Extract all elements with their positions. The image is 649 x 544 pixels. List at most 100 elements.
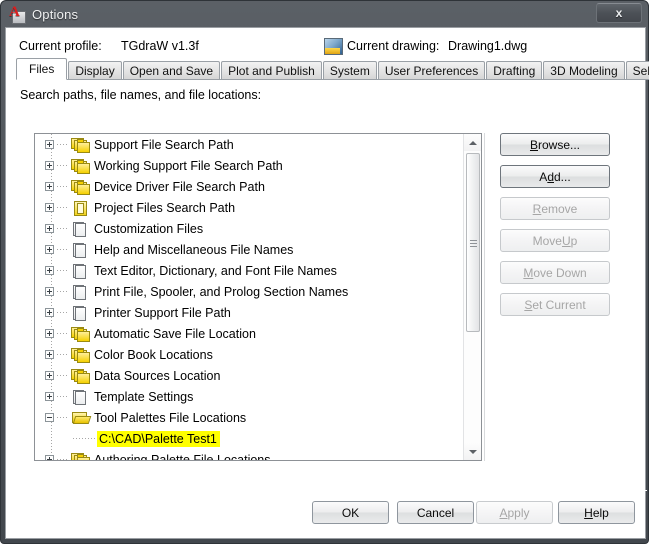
expand-plus-icon[interactable] — [45, 203, 54, 212]
tree-row[interactable]: Printer Support File Path — [35, 302, 463, 323]
browse-button[interactable]: Browse... — [500, 133, 610, 156]
tab-system[interactable]: System — [322, 61, 377, 80]
scroll-down-arrow-icon[interactable] — [464, 443, 481, 460]
dialog-bottom-frame — [5, 535, 646, 539]
search-paths-label: Search paths, file names, and file locat… — [20, 88, 262, 102]
tree-row-label: Working Support File Search Path — [94, 158, 283, 173]
tree-row-label: Printer Support File Path — [94, 305, 231, 320]
tree-connector — [57, 144, 69, 145]
tree-connector — [57, 459, 69, 460]
remove-button[interactable]: Remove — [500, 197, 610, 220]
tree-row[interactable]: Data Sources Location — [35, 365, 463, 386]
folders-icon — [71, 137, 90, 153]
tree-row-label: Authoring Palette File Locations — [94, 452, 271, 461]
tab-selection[interactable]: Selection — [625, 61, 649, 80]
tab-3d-modeling[interactable]: 3D Modeling — [543, 61, 625, 80]
tree-rows-container: Support File Search Path Working Support … — [35, 134, 463, 460]
scrollbar-thumb[interactable] — [466, 153, 480, 332]
close-icon[interactable]: x — [596, 3, 642, 23]
options-tab-strip[interactable]: Files Display Open and Save Plot and Publis… — [16, 58, 649, 80]
ok-button[interactable]: OK — [312, 501, 389, 524]
tree-connector — [57, 207, 69, 208]
current-drawing-value: Drawing1.dwg — [448, 39, 528, 53]
tree-row-label: Tool Palettes File Locations — [94, 410, 247, 425]
tree-row[interactable]: Project Files Search Path — [35, 197, 463, 218]
set-current-button[interactable]: Set Current — [500, 293, 610, 316]
expand-plus-icon[interactable] — [45, 245, 54, 254]
expand-plus-icon[interactable] — [45, 287, 54, 296]
cancel-button[interactable]: Cancel — [397, 501, 474, 524]
move-up-button[interactable]: Move Up — [500, 229, 610, 252]
tree-connector — [57, 417, 69, 418]
tab-plot-and-publish[interactable]: Plot and Publish — [221, 61, 322, 80]
expand-plus-icon[interactable] — [45, 140, 54, 149]
apply-button[interactable]: Apply — [476, 501, 553, 524]
panel-separator — [484, 133, 485, 461]
title-bar[interactable]: A Options x — [1, 1, 649, 27]
folders-icon — [71, 179, 90, 195]
tree-row-label: Text Editor, Dictionary, and Font File N… — [94, 263, 337, 278]
help-button[interactable]: Help — [558, 501, 635, 524]
expand-plus-icon[interactable] — [45, 266, 54, 275]
tab-open-and-save[interactable]: Open and Save — [122, 61, 221, 80]
tree-row[interactable]: Authoring Palette File Locations — [35, 449, 463, 460]
tree-row[interactable]: Tool Palettes File Locations — [35, 407, 463, 428]
expand-plus-icon[interactable] — [45, 224, 54, 233]
current-profile-value: TGdraW v1.3f — [121, 39, 199, 53]
document-icon — [71, 221, 89, 237]
tree-row-label: Help and Miscellaneous File Names — [94, 242, 294, 257]
autocad-a-icon: A — [9, 4, 26, 24]
tree-row[interactable]: Support File Search Path — [35, 134, 463, 155]
tree-row-label: Color Book Locations — [94, 347, 213, 362]
tree-row[interactable]: Device Driver File Search Path — [35, 176, 463, 197]
expand-plus-icon[interactable] — [45, 455, 54, 460]
tree-connector — [57, 291, 69, 292]
expand-plus-icon[interactable] — [45, 392, 54, 401]
move-down-button[interactable]: Move Down — [500, 261, 610, 284]
tree-row[interactable]: Working Support File Search Path — [35, 155, 463, 176]
tree-connector — [73, 438, 95, 439]
expand-plus-icon[interactable] — [45, 350, 54, 359]
add-button[interactable]: Ad d... — [500, 165, 610, 188]
tree-row[interactable]: C:\CAD\Palette Test1 — [35, 428, 463, 449]
tree-row-label: C:\CAD\Palette Test1 — [97, 430, 220, 447]
expand-plus-icon[interactable] — [45, 161, 54, 170]
folders-icon — [71, 347, 90, 363]
tree-row[interactable]: Text Editor, Dictionary, and Font File N… — [35, 260, 463, 281]
tree-row[interactable]: Help and Miscellaneous File Names — [35, 239, 463, 260]
tree-connector — [57, 333, 69, 334]
collapse-minus-icon[interactable] — [45, 413, 54, 422]
tree-row-label: Device Driver File Search Path — [94, 179, 265, 194]
tree-row-label: Support File Search Path — [94, 137, 234, 152]
dialog-footer: OK Cancel Apply Help — [6, 490, 647, 537]
path-action-buttons: Browse... Ad d... Remove Move Up Move Down Set… — [500, 133, 610, 325]
tab-display[interactable]: Display — [68, 61, 122, 80]
tree-connector — [57, 354, 69, 355]
tree-connector — [57, 186, 69, 187]
tab-drafting[interactable]: Drafting — [486, 61, 543, 80]
expand-plus-icon[interactable] — [45, 329, 54, 338]
document-icon — [71, 284, 89, 300]
tab-user-preferences[interactable]: User Preferences — [377, 61, 486, 80]
tree-connector — [57, 270, 69, 271]
tree-row[interactable]: Template Settings — [35, 386, 463, 407]
document-icon — [71, 305, 89, 321]
search-paths-tree[interactable]: Support File Search Path Working Support … — [34, 133, 482, 461]
scroll-up-arrow-icon[interactable] — [464, 134, 481, 151]
document-icon — [71, 389, 89, 405]
tree-connector — [57, 228, 69, 229]
drawing-file-icon — [324, 38, 343, 55]
tree-row[interactable]: Color Book Locations — [35, 344, 463, 365]
expand-plus-icon[interactable] — [45, 308, 54, 317]
tree-row[interactable]: Print File, Spooler, and Prolog Section … — [35, 281, 463, 302]
tree-row[interactable]: Automatic Save File Location — [35, 323, 463, 344]
expand-plus-icon[interactable] — [45, 182, 54, 191]
tree-vertical-scrollbar[interactable] — [463, 134, 481, 460]
tree-connector — [57, 396, 69, 397]
tab-files[interactable]: Files — [16, 58, 68, 80]
folders-icon — [71, 158, 90, 174]
tree-row-label: Automatic Save File Location — [94, 326, 256, 341]
options-dialog-window: A Options x Current profile: TGdraW v1.3… — [0, 0, 649, 544]
expand-plus-icon[interactable] — [45, 371, 54, 380]
tree-row[interactable]: Customization Files — [35, 218, 463, 239]
